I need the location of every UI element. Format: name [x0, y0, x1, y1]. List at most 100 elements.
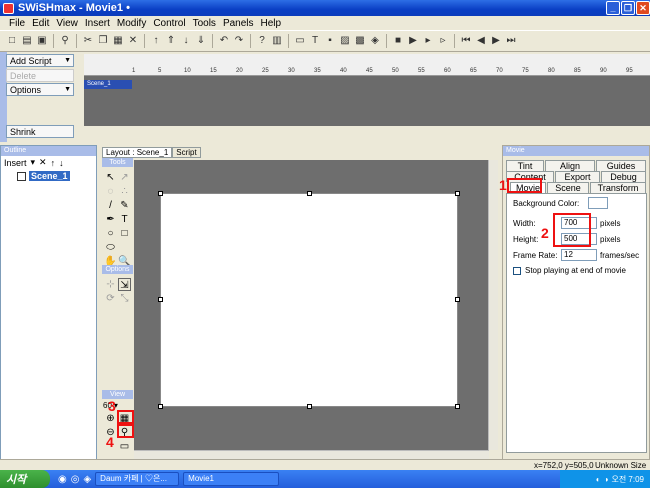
- rectangle-icon[interactable]: □: [118, 227, 131, 240]
- selection-handle[interactable]: [307, 404, 312, 409]
- start-button[interactable]: 시작: [0, 470, 50, 488]
- insert-text-icon[interactable]: T: [309, 35, 321, 47]
- options-button[interactable]: Options ▼: [6, 83, 74, 96]
- task-daum[interactable]: Daum 카페 | ♡은...: [95, 472, 180, 486]
- line-icon[interactable]: /: [104, 199, 117, 212]
- find-icon[interactable]: ⚲: [59, 35, 71, 47]
- task-movie1[interactable]: Movie1: [183, 472, 280, 486]
- close-icon[interactable]: ✕: [636, 1, 650, 15]
- minimize-icon[interactable]: _: [606, 1, 620, 15]
- selection-handle[interactable]: [455, 404, 460, 409]
- move-down-icon[interactable]: ↓: [180, 35, 192, 47]
- tab-script[interactable]: Script: [172, 147, 201, 158]
- move-top-icon[interactable]: ⇑: [165, 35, 177, 47]
- pen-icon[interactable]: ✒: [104, 213, 117, 226]
- selection-handle[interactable]: [158, 404, 163, 409]
- tab-transform[interactable]: Transform: [590, 182, 646, 193]
- restore-icon[interactable]: ❐: [621, 1, 635, 15]
- shrink-button[interactable]: Shrink: [6, 125, 74, 138]
- selection-handle[interactable]: [455, 191, 460, 196]
- help-icon[interactable]: ?: [256, 35, 268, 47]
- delete-icon[interactable]: ✕: [39, 157, 47, 168]
- selection-handle[interactable]: [158, 297, 163, 302]
- delete-button[interactable]: Delete: [6, 69, 74, 82]
- transform-icon[interactable]: ⇲: [118, 278, 131, 291]
- tab-movie[interactable]: Movie: [510, 182, 546, 193]
- horizontal-scrollbar[interactable]: [134, 450, 489, 459]
- menu-panels[interactable]: Panels: [223, 18, 254, 29]
- rotate-icon[interactable]: ⟳: [104, 292, 117, 305]
- menu-edit[interactable]: Edit: [32, 18, 49, 29]
- insert-sprite-icon[interactable]: ◈: [369, 35, 381, 47]
- selection-handle[interactable]: [307, 191, 312, 196]
- pencil-icon[interactable]: ✎: [118, 199, 131, 212]
- menu-tools[interactable]: Tools: [193, 18, 216, 29]
- insert-image-icon[interactable]: ▨: [339, 35, 351, 47]
- menu-file[interactable]: File: [9, 18, 25, 29]
- subselect-icon[interactable]: ↗: [118, 171, 131, 184]
- text-icon[interactable]: T: [118, 213, 131, 226]
- menu-modify[interactable]: Modify: [117, 18, 146, 29]
- insert-group-icon[interactable]: ▩: [354, 35, 366, 47]
- tab-guides[interactable]: Guides: [596, 160, 646, 171]
- tray-icon[interactable]: ◑: [604, 475, 609, 484]
- skew-icon[interactable]: ⤡: [118, 292, 131, 305]
- menu-help[interactable]: Help: [261, 18, 282, 29]
- move-bottom-icon[interactable]: ⇓: [195, 35, 207, 47]
- selection-handle[interactable]: [158, 191, 163, 196]
- tab-debug[interactable]: Debug: [601, 171, 646, 182]
- frame-rate-field[interactable]: 12: [561, 249, 597, 261]
- copy-icon[interactable]: ❐: [97, 35, 109, 47]
- select-arrow-icon[interactable]: ↖: [104, 171, 117, 184]
- last-frame-icon[interactable]: ⏭: [505, 35, 517, 47]
- autoshape-icon[interactable]: ⬭: [104, 241, 117, 254]
- play-timeline-icon[interactable]: ▸: [422, 35, 434, 47]
- move-up-icon[interactable]: ↑: [150, 35, 162, 47]
- next-frame-icon[interactable]: ▶: [490, 35, 502, 47]
- stop-playing-checkbox[interactable]: [513, 267, 521, 275]
- fill-transform-icon[interactable]: ◌: [104, 185, 117, 198]
- zoom-magnifier-icon[interactable]: ⚲: [118, 426, 131, 439]
- delete-icon[interactable]: ✕: [127, 35, 139, 47]
- redo-icon[interactable]: ↷: [233, 35, 245, 47]
- vertical-scrollbar[interactable]: [488, 160, 498, 450]
- height-field[interactable]: 500: [561, 233, 597, 245]
- fit-window-icon[interactable]: ▭: [118, 440, 131, 453]
- snap-icon[interactable]: ⊹: [104, 278, 117, 291]
- move-down-icon[interactable]: ↓: [59, 158, 64, 168]
- tab-tint[interactable]: Tint: [506, 160, 544, 171]
- book-icon[interactable]: ▥: [271, 35, 283, 47]
- background-color-swatch[interactable]: [588, 197, 608, 209]
- menu-control[interactable]: Control: [153, 18, 185, 29]
- first-frame-icon[interactable]: ⏮: [460, 35, 472, 47]
- ellipse-icon[interactable]: ○: [104, 227, 117, 240]
- cut-icon[interactable]: ✂: [82, 35, 94, 47]
- outline-insert-button[interactable]: Insert: [4, 158, 27, 168]
- play-frame-icon[interactable]: ▹: [437, 35, 449, 47]
- insert-scene-icon[interactable]: ▭: [294, 35, 306, 47]
- width-field[interactable]: 700: [561, 217, 597, 229]
- movie-canvas[interactable]: [160, 193, 458, 407]
- stop-icon[interactable]: ■: [392, 35, 404, 47]
- open-icon[interactable]: ▤: [21, 35, 33, 47]
- undo-icon[interactable]: ↶: [218, 35, 230, 47]
- quicklaunch-icon[interactable]: ◎: [71, 474, 80, 485]
- new-icon[interactable]: □: [6, 35, 18, 47]
- tab-export[interactable]: Export: [555, 171, 600, 182]
- quicklaunch-icon[interactable]: ◈: [83, 474, 91, 485]
- paste-icon[interactable]: ▦: [112, 35, 124, 47]
- fit-stage-icon[interactable]: ▦: [118, 412, 131, 425]
- timeline-scene-row[interactable]: Scene_1: [84, 80, 132, 89]
- chevron-down-icon[interactable]: ▾: [31, 157, 36, 168]
- add-script-button[interactable]: Add Script ▼: [6, 54, 74, 67]
- motion-path-icon[interactable]: ∴: [118, 185, 131, 198]
- tab-content[interactable]: Content: [506, 171, 554, 182]
- menu-view[interactable]: View: [56, 18, 78, 29]
- timeline-ruler[interactable]: 1510152025303540455055606570758085909510…: [84, 54, 650, 76]
- save-icon[interactable]: ▣: [36, 35, 48, 47]
- play-icon[interactable]: ▶: [407, 35, 419, 47]
- prev-frame-icon[interactable]: ◀: [475, 35, 487, 47]
- tab-align[interactable]: Align: [545, 160, 595, 171]
- tab-scene[interactable]: Scene: [547, 182, 589, 193]
- outline-scene-item[interactable]: Scene_1: [29, 171, 70, 181]
